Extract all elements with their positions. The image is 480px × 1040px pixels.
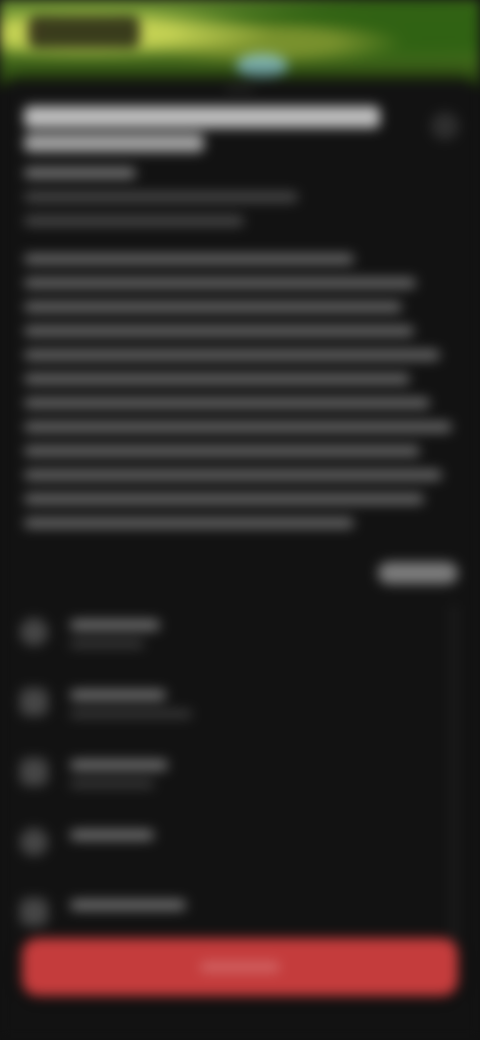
description-line <box>24 518 354 528</box>
menu-label <box>70 900 186 910</box>
description-line <box>24 422 452 432</box>
menu-item[interactable] <box>0 672 480 732</box>
button-label <box>200 962 280 972</box>
circle-icon <box>20 618 48 646</box>
description-line <box>24 398 430 408</box>
show-more-button[interactable] <box>378 562 458 584</box>
drag-handle[interactable] <box>226 87 254 91</box>
meta-line-1 <box>24 168 136 178</box>
description-line <box>24 494 424 504</box>
square-icon <box>20 898 48 926</box>
menu-subtext <box>70 640 144 648</box>
meta-line-3 <box>24 216 244 226</box>
menu-item[interactable] <box>0 882 480 942</box>
square-icon <box>20 688 48 716</box>
menu-item[interactable] <box>0 742 480 802</box>
menu-subtext <box>70 780 154 788</box>
description-line <box>24 470 442 480</box>
title-line-2 <box>24 134 204 152</box>
bottom-sheet <box>0 80 480 1040</box>
menu-label <box>70 760 168 770</box>
title-line-1 <box>24 106 380 128</box>
primary-action-button[interactable] <box>22 938 458 996</box>
circle-icon <box>20 828 48 856</box>
menu-label <box>70 830 154 840</box>
menu-label <box>70 620 160 630</box>
description-line <box>24 350 440 360</box>
square-icon <box>20 758 48 786</box>
menu-subtext <box>70 710 192 718</box>
description-line <box>24 254 354 264</box>
highlight-spot <box>236 54 288 78</box>
more-icon[interactable] <box>431 112 459 140</box>
description-line <box>24 326 414 336</box>
description-line <box>24 278 416 288</box>
app-screen <box>0 0 480 1040</box>
description-line <box>24 302 402 312</box>
description-line <box>24 446 420 456</box>
menu-label <box>70 690 166 700</box>
hero-image <box>0 0 480 88</box>
logo-icon <box>28 16 140 48</box>
menu-item[interactable] <box>0 602 480 662</box>
description-line <box>24 374 410 384</box>
menu-item[interactable] <box>0 812 480 872</box>
meta-line-2 <box>24 192 298 202</box>
